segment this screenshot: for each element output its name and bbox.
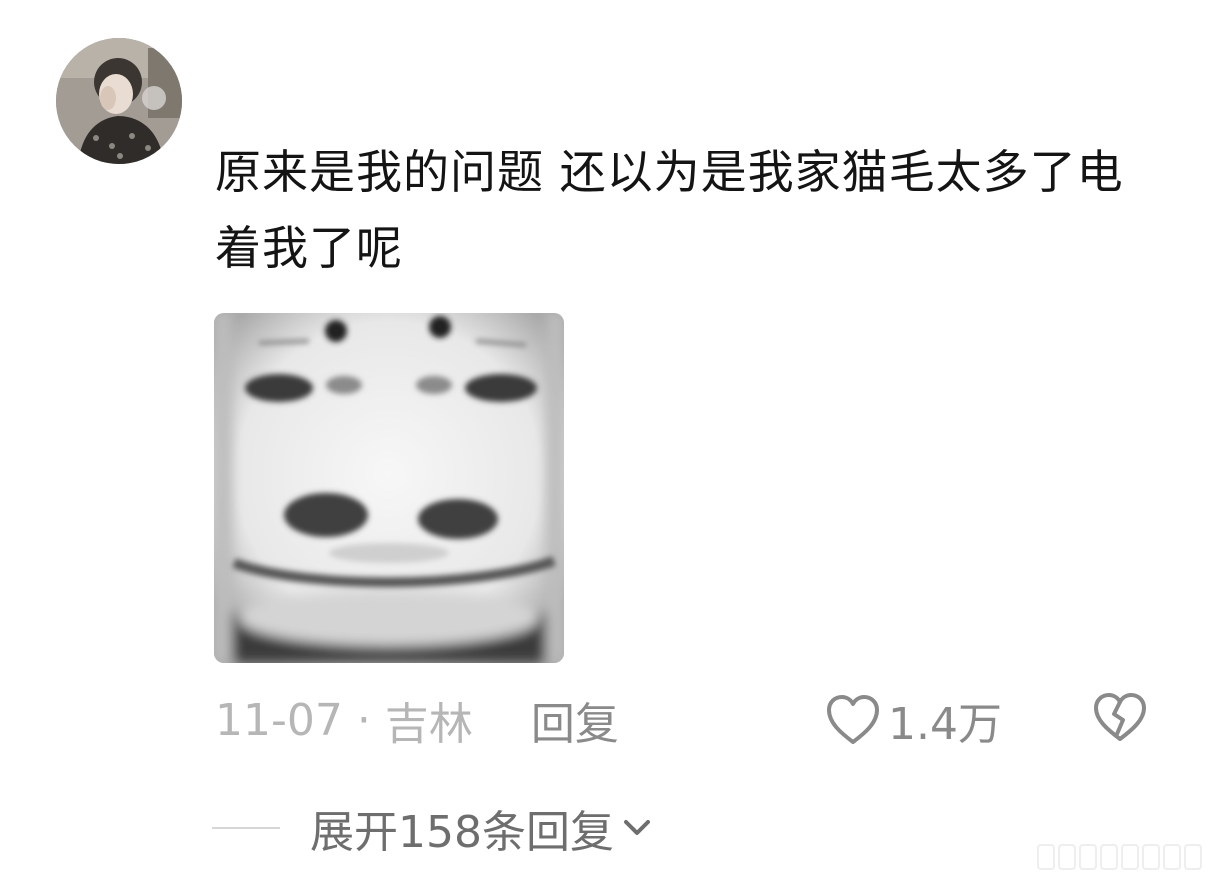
- comment-location: 吉林: [384, 699, 473, 750]
- expand-replies-label: 展开158条回复: [310, 807, 614, 858]
- expand-replies: 展开158条回复: [212, 798, 654, 858]
- heart-outline-icon[interactable]: [824, 693, 882, 747]
- sticker-image[interactable]: [214, 313, 564, 663]
- expand-replies-button[interactable]: 展开158条回复: [310, 796, 654, 860]
- reply-button[interactable]: 回复: [531, 688, 619, 752]
- chevron-down-icon: [623, 820, 650, 835]
- meta-separator: ·: [356, 694, 371, 746]
- like-button[interactable]: 1.4万: [824, 690, 1002, 750]
- like-count: 1.4万: [888, 699, 1002, 750]
- watermark: [1037, 844, 1202, 870]
- comment-meta: 11-07 · 吉林 回复: [215, 688, 619, 752]
- user-avatar[interactable]: [56, 38, 182, 164]
- comment-date: 11-07: [215, 694, 343, 746]
- broken-heart-icon[interactable]: [1092, 692, 1148, 744]
- comment-text: 原来是我的问题 还以为是我家猫毛太多了电着我了呢: [215, 145, 1124, 275]
- divider-line: [212, 827, 280, 829]
